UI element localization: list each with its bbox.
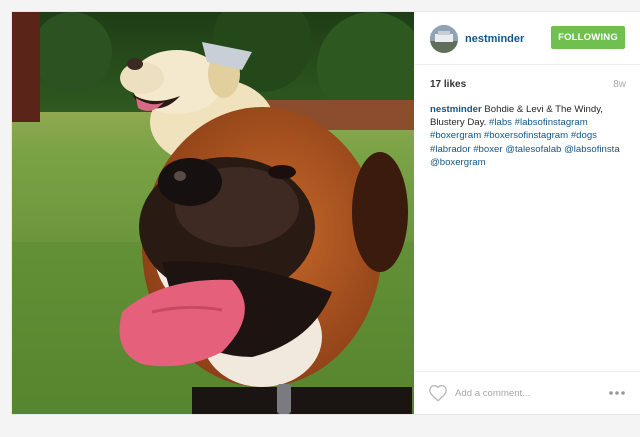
dogs-photo-image: [12, 12, 414, 414]
mention-link[interactable]: @labsofinsta: [564, 144, 620, 155]
hashtag-link[interactable]: #labrador: [430, 144, 471, 155]
caption-username-link[interactable]: nestminder: [430, 104, 482, 115]
post-footer: [414, 371, 640, 415]
hashtag-link[interactable]: #boxersofinstagram: [484, 130, 568, 141]
hashtag-link[interactable]: #labs: [489, 117, 512, 128]
post-username-link[interactable]: nestminder: [465, 33, 524, 45]
avatar-image: [430, 25, 458, 53]
add-comment-input[interactable]: [455, 384, 585, 402]
mention-link[interactable]: @boxergram: [430, 157, 486, 168]
following-button[interactable]: FOLLOWING: [551, 26, 625, 49]
heart-outline-icon[interactable]: [428, 384, 448, 402]
hashtag-link[interactable]: #dogs: [571, 130, 597, 141]
post-sidebar: nestminder FOLLOWING 17 likes 8w nestmin…: [414, 12, 640, 414]
post-header: nestminder FOLLOWING: [414, 12, 640, 65]
post-card: nestminder FOLLOWING 17 likes 8w nestmin…: [12, 12, 640, 414]
post-caption: nestminder Bohdie & Levi & The Windy, Bl…: [430, 103, 630, 169]
likes-count[interactable]: 17 likes: [430, 79, 466, 90]
hashtag-link[interactable]: #labsofinstagram: [515, 117, 588, 128]
mention-link[interactable]: @talesofalab: [505, 144, 561, 155]
hashtag-link[interactable]: #boxer: [473, 144, 502, 155]
profile-avatar[interactable]: [430, 25, 458, 53]
post-time-ago[interactable]: 8w: [613, 79, 626, 90]
more-options-icon[interactable]: [608, 388, 626, 398]
post-photo[interactable]: [12, 12, 414, 414]
hashtag-link[interactable]: #boxergram: [430, 130, 481, 141]
